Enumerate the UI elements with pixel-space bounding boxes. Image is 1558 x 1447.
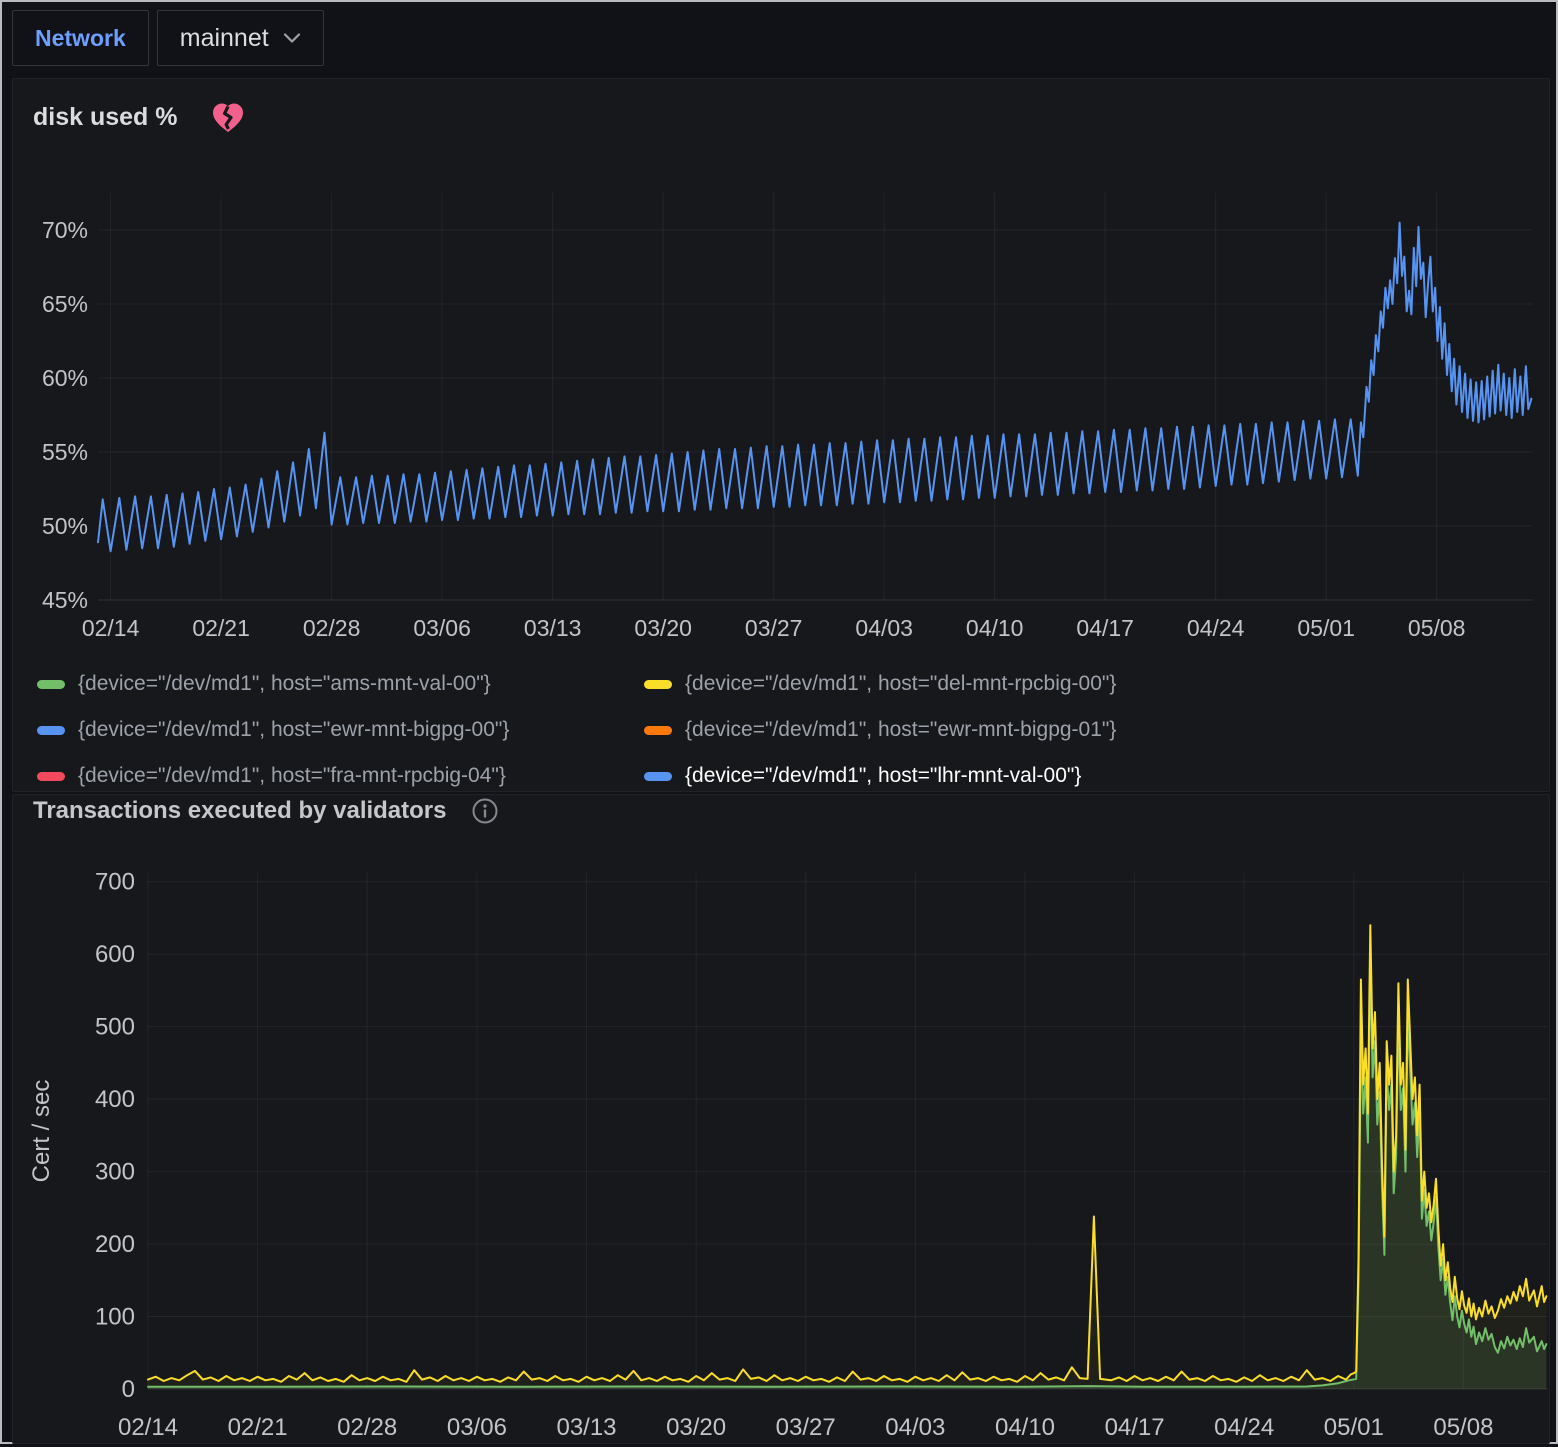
x-tick-label: 04/03 xyxy=(855,615,913,641)
legend-label: {device="/dev/md1", host="fra-mnt-rpcbig… xyxy=(78,764,506,788)
series-line-lhr-mnt-val-00 xyxy=(98,223,1531,552)
y-tick-label: 55% xyxy=(42,439,88,465)
network-value: mainnet xyxy=(180,24,269,53)
legend-swatch xyxy=(37,680,65,689)
x-tick-label: 04/24 xyxy=(1214,1414,1274,1441)
y-tick-label: 45% xyxy=(42,587,88,613)
x-tick-label: 05/08 xyxy=(1433,1414,1493,1441)
legend-label: {device="/dev/md1", host="ewr-mnt-bigpg-… xyxy=(685,718,1116,742)
y-axis-label: Cert / sec xyxy=(28,1080,55,1183)
y-tick-label: 300 xyxy=(95,1159,135,1186)
panel-transactions: Transactions executed by validators 02/1… xyxy=(12,794,1550,1444)
legend-swatch xyxy=(37,726,65,735)
legend-item[interactable]: {device="/dev/md1", host="ams-mnt-val-00… xyxy=(37,672,644,696)
x-tick-label: 04/24 xyxy=(1187,615,1245,641)
series-fill-yellow xyxy=(148,925,1546,1389)
disk-chart-legend: {device="/dev/md1", host="ams-mnt-val-00… xyxy=(37,661,1539,799)
x-tick-label: 02/21 xyxy=(228,1414,288,1441)
y-tick-label: 50% xyxy=(42,513,88,539)
legend-label: {device="/dev/md1", host="lhr-mnt-val-00… xyxy=(685,764,1081,788)
legend-swatch xyxy=(644,726,672,735)
legend-label: {device="/dev/md1", host="del-mnt-rpcbig… xyxy=(685,672,1116,696)
broken-heart-icon xyxy=(210,101,246,134)
variable-network-label: Network xyxy=(35,25,126,52)
x-tick-label: 02/21 xyxy=(192,615,250,641)
legend-item[interactable]: {device="/dev/md1", host="del-mnt-rpcbig… xyxy=(644,672,1539,696)
network-value-dropdown[interactable]: mainnet xyxy=(157,10,324,66)
disk-panel-title[interactable]: disk used % xyxy=(33,103,178,132)
transactions-chart[interactable]: 02/14 02/21 02/28 03/06 03/13 03/20 03/27 04/03… xyxy=(13,795,1551,1447)
disk-panel-header: disk used % xyxy=(33,101,246,134)
x-tick-label: 04/03 xyxy=(885,1414,945,1441)
y-tick-label: 65% xyxy=(42,291,88,317)
x-tick-label: 02/28 xyxy=(337,1414,397,1441)
y-tick-label: 70% xyxy=(42,217,88,243)
x-tick-label: 05/08 xyxy=(1408,615,1466,641)
y-tick-label: 100 xyxy=(95,1304,135,1331)
series-line-green xyxy=(148,954,1546,1387)
legend-swatch xyxy=(644,680,672,689)
x-tick-label: 03/27 xyxy=(745,615,803,641)
x-tick-label: 04/17 xyxy=(1105,1414,1165,1441)
x-tick-label: 03/27 xyxy=(776,1414,836,1441)
tx-panel-title[interactable]: Transactions executed by validators xyxy=(33,797,447,825)
y-tick-label: 200 xyxy=(95,1231,135,1258)
x-tick-label: 04/10 xyxy=(995,1414,1055,1441)
x-tick-label: 03/20 xyxy=(634,615,692,641)
x-tick-label: 03/13 xyxy=(556,1414,616,1441)
y-tick-label: 700 xyxy=(95,869,135,896)
legend-swatch xyxy=(37,772,65,781)
x-tick-label: 03/13 xyxy=(524,615,582,641)
y-tick-label: 400 xyxy=(95,1086,135,1113)
x-tick-label: 04/17 xyxy=(1076,615,1134,641)
x-tick-label: 05/01 xyxy=(1297,615,1355,641)
x-tick-label: 03/20 xyxy=(666,1414,726,1441)
legend-swatch xyxy=(644,772,672,781)
panel-disk-used: disk used % 02/14 02/21 02/28 03/06 03/13 03/… xyxy=(12,78,1550,792)
y-tick-label: 600 xyxy=(95,941,135,968)
y-tick-label: 0 xyxy=(122,1376,135,1403)
legend-item[interactable]: {device="/dev/md1", host="ewr-mnt-bigpg-… xyxy=(37,718,644,742)
info-icon[interactable] xyxy=(471,797,499,825)
legend-item[interactable]: {device="/dev/md1", host="ewr-mnt-bigpg-… xyxy=(644,718,1539,742)
y-tick-label: 500 xyxy=(95,1014,135,1041)
x-tick-label: 05/01 xyxy=(1324,1414,1384,1441)
legend-label: {device="/dev/md1", host="ewr-mnt-bigpg-… xyxy=(78,718,509,742)
x-tick-label: 03/06 xyxy=(413,615,471,641)
x-tick-label: 02/14 xyxy=(118,1414,178,1441)
tx-panel-header: Transactions executed by validators xyxy=(33,797,499,825)
legend-item[interactable]: {device="/dev/md1", host="fra-mnt-rpcbig… xyxy=(37,764,644,788)
disk-used-chart[interactable]: 02/14 02/21 02/28 03/06 03/13 03/20 03/27 04/03… xyxy=(13,79,1551,659)
x-tick-label: 04/10 xyxy=(966,615,1024,641)
legend-label: {device="/dev/md1", host="ams-mnt-val-00… xyxy=(78,672,491,696)
legend-item[interactable]: {device="/dev/md1", host="lhr-mnt-val-00… xyxy=(644,764,1539,788)
variable-network-label-box: Network xyxy=(12,10,149,66)
x-tick-label: 02/28 xyxy=(303,615,361,641)
x-tick-label: 02/14 xyxy=(82,615,140,641)
chevron-down-icon xyxy=(283,32,301,44)
series-line-yellow xyxy=(148,925,1546,1382)
y-tick-label: 60% xyxy=(42,365,88,391)
dashboard-variables-toolbar: Network mainnet xyxy=(12,10,324,66)
x-tick-label: 03/06 xyxy=(447,1414,507,1441)
